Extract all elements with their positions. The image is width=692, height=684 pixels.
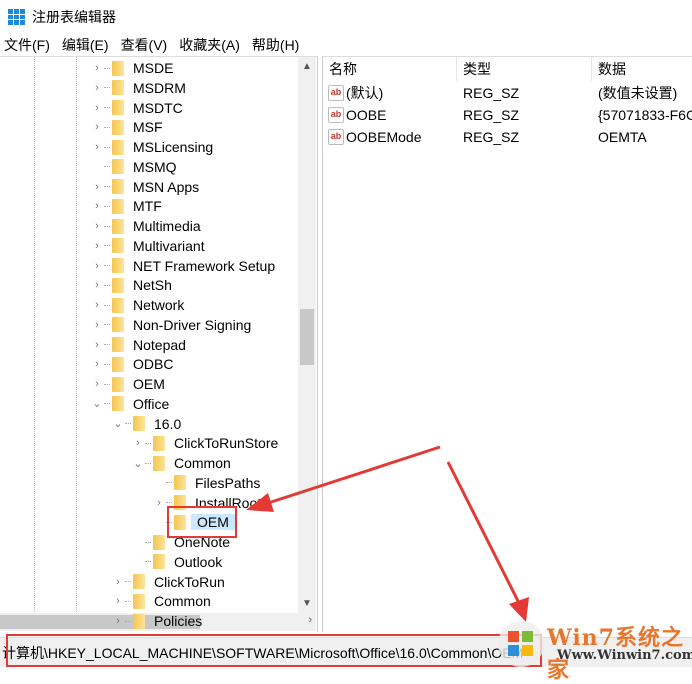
red-arrow-icon — [446, 461, 529, 622]
annotation-arrows — [246, 445, 529, 622]
watermark-url: Www.Winwin7.com — [557, 648, 692, 663]
windows-logo-icon — [498, 621, 544, 667]
watermark: Win7系统之家 Www.Winwin7.com — [495, 618, 692, 683]
red-arrow-icon — [246, 445, 441, 512]
